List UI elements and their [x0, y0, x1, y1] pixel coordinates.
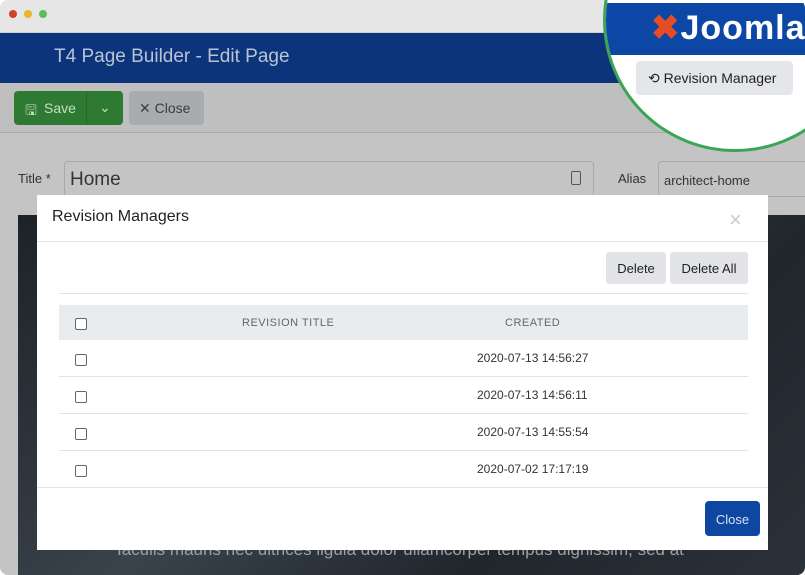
modal-close-button[interactable]: Close — [705, 501, 760, 536]
close-icon: ✕ — [139, 100, 155, 116]
modal-close-icon[interactable]: × — [729, 207, 742, 233]
delete-all-button[interactable]: Delete All — [670, 252, 748, 284]
created-date: 2020-07-02 17:17:19 — [477, 462, 589, 476]
page-title: T4 Page Builder - Edit Page — [54, 46, 290, 67]
title-label: Title * — [18, 171, 51, 186]
table-row: 2020-07-02 17:17:19 — [59, 451, 748, 488]
window-close-button[interactable] — [9, 10, 17, 18]
title-input[interactable]: Home — [64, 161, 594, 197]
delete-button[interactable]: Delete — [606, 252, 666, 284]
column-created: CREATED — [505, 317, 561, 329]
chevron-down-icon[interactable]: ⌄ — [86, 91, 123, 125]
column-revision-title: REVISION TITLE — [242, 317, 335, 329]
row-checkbox[interactable] — [75, 354, 87, 366]
table-row: 2020-07-13 14:55:54 — [59, 414, 748, 451]
divider — [37, 241, 768, 242]
revision-modal: Revision Managers × Delete Delete All RE… — [37, 195, 768, 550]
created-date: 2020-07-13 14:56:27 — [477, 351, 589, 365]
created-date: 2020-07-13 14:56:11 — [477, 388, 588, 402]
save-label: Save — [44, 100, 76, 116]
revision-manager-label: Revision Manager — [663, 70, 777, 86]
created-date: 2020-07-13 14:55:54 — [477, 425, 589, 439]
close-label: Close — [154, 100, 191, 116]
row-checkbox[interactable] — [75, 391, 87, 403]
history-icon: ⟲ — [648, 70, 664, 86]
divider — [37, 487, 768, 488]
divider — [59, 293, 748, 294]
app-window: T4 Page Builder - Edit Page 🖫 Save ⌄ ✕ C… — [0, 0, 805, 575]
modal-title: Revision Managers — [52, 208, 189, 225]
select-all-checkbox[interactable] — [75, 318, 87, 330]
title-value: Home — [70, 169, 121, 190]
table-row: 2020-07-13 14:56:11 — [59, 377, 748, 414]
row-checkbox[interactable] — [75, 465, 87, 477]
window-minimize-button[interactable] — [24, 10, 32, 18]
revision-manager-button[interactable]: ⟲ Revision Manager — [636, 61, 793, 95]
joomla-logo: ✖Joomla! — [651, 9, 805, 47]
save-icon: 🖫 — [25, 102, 37, 118]
alias-input[interactable]: architect-home — [658, 161, 805, 197]
row-checkbox[interactable] — [75, 428, 87, 440]
save-button[interactable]: 🖫 Save ⌄ — [14, 91, 123, 125]
window-maximize-button[interactable] — [39, 10, 47, 18]
alias-value: architect-home — [664, 173, 750, 188]
close-button[interactable]: ✕ Close — [129, 91, 204, 125]
alias-label: Alias — [618, 171, 647, 186]
table-row: 2020-07-13 14:56:27 — [59, 340, 748, 377]
table-header: REVISION TITLE CREATED — [59, 305, 748, 340]
lock-icon[interactable] — [571, 171, 581, 185]
